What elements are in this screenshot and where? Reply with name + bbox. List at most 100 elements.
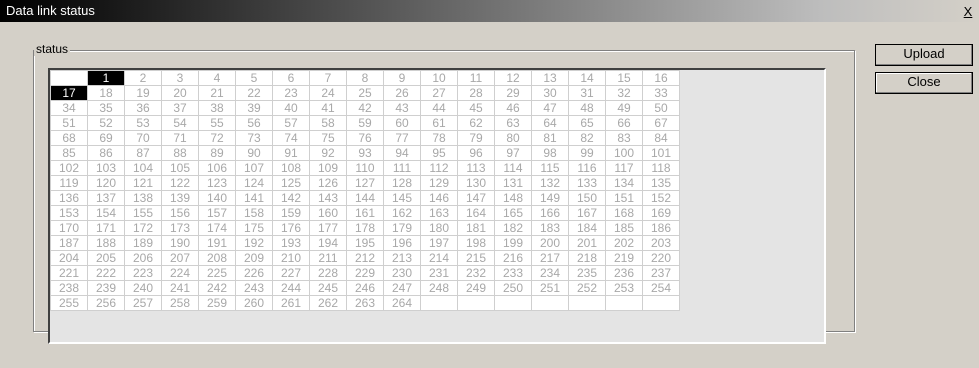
station-cell-119[interactable]: 119 bbox=[50, 175, 88, 191]
station-cell-128[interactable]: 128 bbox=[383, 175, 421, 191]
station-cell-34[interactable]: 34 bbox=[50, 100, 88, 116]
station-cell-52[interactable]: 52 bbox=[87, 115, 125, 131]
station-cell-201[interactable]: 201 bbox=[568, 235, 606, 251]
station-cell-114[interactable]: 114 bbox=[494, 160, 532, 176]
station-cell-40[interactable]: 40 bbox=[272, 100, 310, 116]
station-cell-214[interactable]: 214 bbox=[420, 250, 458, 266]
station-cell-173[interactable]: 173 bbox=[161, 220, 199, 236]
station-cell-14[interactable]: 14 bbox=[568, 70, 606, 86]
station-cell-9[interactable]: 9 bbox=[383, 70, 421, 86]
station-cell-259[interactable]: 259 bbox=[198, 295, 236, 311]
station-cell-97[interactable]: 97 bbox=[494, 145, 532, 161]
station-cell-3[interactable]: 3 bbox=[161, 70, 199, 86]
station-cell-190[interactable]: 190 bbox=[161, 235, 199, 251]
station-cell-58[interactable]: 58 bbox=[309, 115, 347, 131]
station-cell-2[interactable]: 2 bbox=[124, 70, 162, 86]
station-cell-67[interactable]: 67 bbox=[642, 115, 680, 131]
station-cell-54[interactable]: 54 bbox=[161, 115, 199, 131]
station-cell-217[interactable]: 217 bbox=[531, 250, 569, 266]
station-cell-216[interactable]: 216 bbox=[494, 250, 532, 266]
station-cell-196[interactable]: 196 bbox=[383, 235, 421, 251]
station-cell-194[interactable]: 194 bbox=[309, 235, 347, 251]
station-cell-199[interactable]: 199 bbox=[494, 235, 532, 251]
station-cell-189[interactable]: 189 bbox=[124, 235, 162, 251]
station-cell-8[interactable]: 8 bbox=[346, 70, 384, 86]
station-cell-140[interactable]: 140 bbox=[198, 190, 236, 206]
upload-button[interactable]: Upload bbox=[875, 44, 973, 66]
station-cell-91[interactable]: 91 bbox=[272, 145, 310, 161]
station-cell-134[interactable]: 134 bbox=[605, 175, 643, 191]
station-cell-210[interactable]: 210 bbox=[272, 250, 310, 266]
station-cell-218[interactable]: 218 bbox=[568, 250, 606, 266]
station-cell-231[interactable]: 231 bbox=[420, 265, 458, 281]
station-cell-167[interactable]: 167 bbox=[568, 205, 606, 221]
station-cell-144[interactable]: 144 bbox=[346, 190, 384, 206]
station-cell-57[interactable]: 57 bbox=[272, 115, 310, 131]
station-cell-233[interactable]: 233 bbox=[494, 265, 532, 281]
station-cell-130[interactable]: 130 bbox=[457, 175, 495, 191]
station-cell-33[interactable]: 33 bbox=[642, 85, 680, 101]
station-cell-146[interactable]: 146 bbox=[420, 190, 458, 206]
close-icon[interactable]: X bbox=[961, 0, 975, 22]
station-cell-90[interactable]: 90 bbox=[235, 145, 273, 161]
station-cell-260[interactable]: 260 bbox=[235, 295, 273, 311]
station-cell-13[interactable]: 13 bbox=[531, 70, 569, 86]
station-cell-71[interactable]: 71 bbox=[161, 130, 199, 146]
station-cell-5[interactable]: 5 bbox=[235, 70, 273, 86]
station-cell-223[interactable]: 223 bbox=[124, 265, 162, 281]
station-cell-125[interactable]: 125 bbox=[272, 175, 310, 191]
station-cell-49[interactable]: 49 bbox=[605, 100, 643, 116]
station-cell-127[interactable]: 127 bbox=[346, 175, 384, 191]
station-cell-215[interactable]: 215 bbox=[457, 250, 495, 266]
station-cell-249[interactable]: 249 bbox=[457, 280, 495, 296]
station-cell-152[interactable]: 152 bbox=[642, 190, 680, 206]
station-cell-78[interactable]: 78 bbox=[420, 130, 458, 146]
station-cell-195[interactable]: 195 bbox=[346, 235, 384, 251]
station-cell-142[interactable]: 142 bbox=[272, 190, 310, 206]
station-cell-64[interactable]: 64 bbox=[531, 115, 569, 131]
station-cell-63[interactable]: 63 bbox=[494, 115, 532, 131]
station-cell-264[interactable]: 264 bbox=[383, 295, 421, 311]
station-cell-83[interactable]: 83 bbox=[605, 130, 643, 146]
station-cell-120[interactable]: 120 bbox=[87, 175, 125, 191]
station-cell-248[interactable]: 248 bbox=[420, 280, 458, 296]
station-cell-105[interactable]: 105 bbox=[161, 160, 199, 176]
station-cell-186[interactable]: 186 bbox=[642, 220, 680, 236]
station-cell-175[interactable]: 175 bbox=[235, 220, 273, 236]
station-cell-197[interactable]: 197 bbox=[420, 235, 458, 251]
station-cell-98[interactable]: 98 bbox=[531, 145, 569, 161]
station-cell-236[interactable]: 236 bbox=[605, 265, 643, 281]
station-cell-44[interactable]: 44 bbox=[420, 100, 458, 116]
station-cell-81[interactable]: 81 bbox=[531, 130, 569, 146]
station-cell-84[interactable]: 84 bbox=[642, 130, 680, 146]
station-cell-135[interactable]: 135 bbox=[642, 175, 680, 191]
station-cell-73[interactable]: 73 bbox=[235, 130, 273, 146]
station-cell-200[interactable]: 200 bbox=[531, 235, 569, 251]
station-cell-92[interactable]: 92 bbox=[309, 145, 347, 161]
station-cell-263[interactable]: 263 bbox=[346, 295, 384, 311]
station-cell-82[interactable]: 82 bbox=[568, 130, 606, 146]
station-cell-252[interactable]: 252 bbox=[568, 280, 606, 296]
station-cell-56[interactable]: 56 bbox=[235, 115, 273, 131]
station-cell-104[interactable]: 104 bbox=[124, 160, 162, 176]
station-cell-168[interactable]: 168 bbox=[605, 205, 643, 221]
station-cell-12[interactable]: 12 bbox=[494, 70, 532, 86]
station-cell-246[interactable]: 246 bbox=[346, 280, 384, 296]
station-cell-203[interactable]: 203 bbox=[642, 235, 680, 251]
station-cell-178[interactable]: 178 bbox=[346, 220, 384, 236]
station-cell-10[interactable]: 10 bbox=[420, 70, 458, 86]
station-cell-124[interactable]: 124 bbox=[235, 175, 273, 191]
station-cell-247[interactable]: 247 bbox=[383, 280, 421, 296]
station-cell-26[interactable]: 26 bbox=[383, 85, 421, 101]
station-cell-86[interactable]: 86 bbox=[87, 145, 125, 161]
station-cell-35[interactable]: 35 bbox=[87, 100, 125, 116]
station-cell-38[interactable]: 38 bbox=[198, 100, 236, 116]
station-cell-159[interactable]: 159 bbox=[272, 205, 310, 221]
station-cell-250[interactable]: 250 bbox=[494, 280, 532, 296]
station-cell-28[interactable]: 28 bbox=[457, 85, 495, 101]
station-cell-empty[interactable] bbox=[50, 70, 88, 86]
station-cell-41[interactable]: 41 bbox=[309, 100, 347, 116]
station-cell-50[interactable]: 50 bbox=[642, 100, 680, 116]
station-cell-133[interactable]: 133 bbox=[568, 175, 606, 191]
station-cell-72[interactable]: 72 bbox=[198, 130, 236, 146]
